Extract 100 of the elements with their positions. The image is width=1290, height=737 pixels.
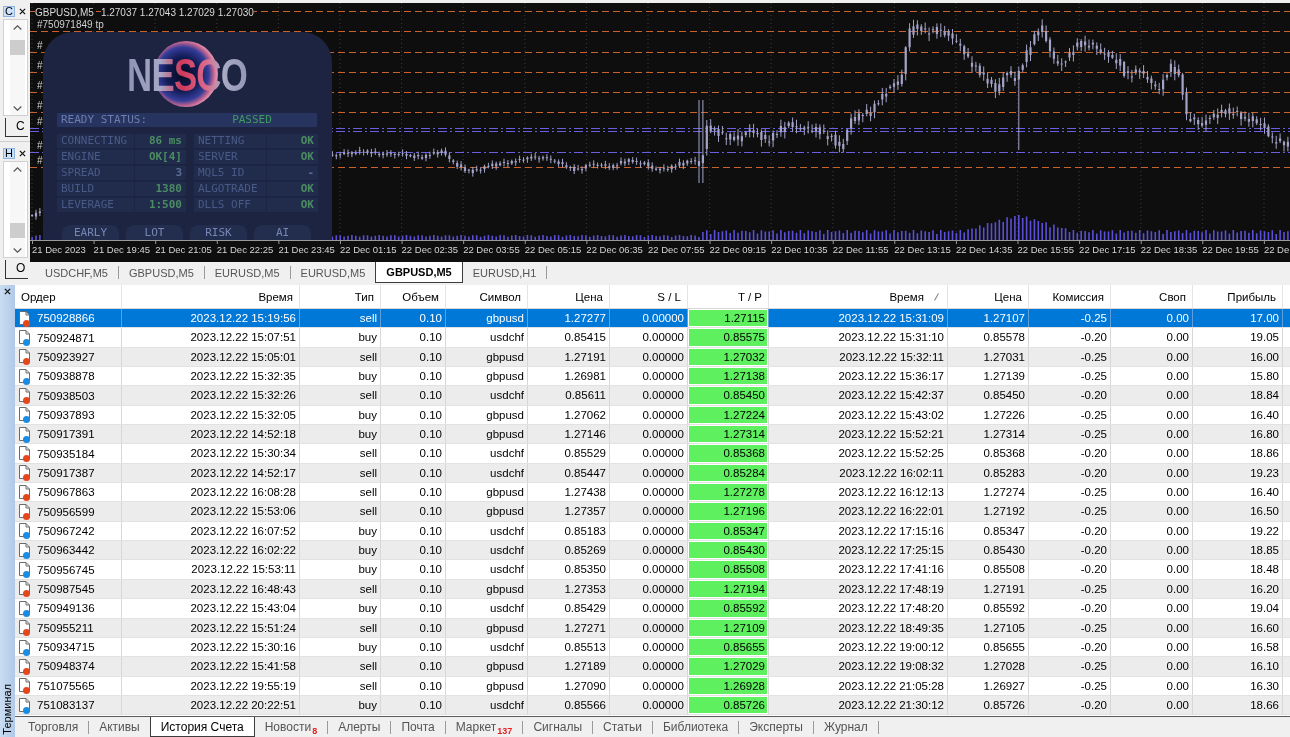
terminal-tab[interactable]: Торговля xyxy=(18,717,89,737)
scrollbar-thumb[interactable] xyxy=(10,223,25,238)
table-cell: 2023.12.22 15:19:56 xyxy=(122,309,300,328)
terminal-tab[interactable]: Почта xyxy=(391,717,445,737)
table-row[interactable]: 750955211 2023.12.22 15:51:24 sell 0.10 gbpusd 1.27271 0.00000 1.27109 2023.12.22 18:49:35 1.27105 -0.25 0.00 16.60 xyxy=(15,618,1290,638)
panel-tab[interactable]: C xyxy=(3,6,15,17)
table-cell: 0.10 xyxy=(381,599,446,618)
scrollbar[interactable] xyxy=(10,162,25,257)
chart-tab[interactable]: USDCHF,M5 xyxy=(35,262,118,283)
table-cell: 2023.12.22 17:41:16 xyxy=(769,560,948,579)
panel-button[interactable]: AI xyxy=(254,225,311,240)
table-cell: 19.23 xyxy=(1193,463,1283,483)
table-cell-text: 750967242 xyxy=(37,523,95,539)
table-cell: gbpusd xyxy=(446,502,528,521)
table-cell: 2023.12.22 19:00:12 xyxy=(769,637,948,657)
panel-label[interactable]: C xyxy=(16,119,25,133)
table-cell: 0.85368 xyxy=(948,444,1029,463)
table-cell: 1.27146 xyxy=(528,425,610,444)
table-row[interactable]: 750963442 2023.12.22 16:02:22 buy 0.10 usdchf 0.85269 0.00000 0.85430 2023.12.22 17:25:15 0.85430 -0.20 0.00 18.85 xyxy=(15,541,1290,561)
stat-value: OK xyxy=(267,182,318,196)
table-row[interactable]: 750987545 2023.12.22 16:48:43 sell 0.10 gbpusd 1.27353 0.00000 1.27194 2023.12.22 17:48:19 1.27191 -0.25 0.00 16.20 xyxy=(15,579,1290,600)
column-header[interactable]: Ордер xyxy=(15,285,122,308)
table-cell: -0.20 xyxy=(1029,463,1111,483)
table-cell: sell xyxy=(300,676,381,695)
chevron-down-icon[interactable] xyxy=(13,106,22,111)
table-row[interactable]: 750917387 2023.12.22 14:52:17 sell 0.10 usdchf 0.85447 0.00000 0.85284 2023.12.22 16:02:11 0.85283 -0.20 0.00 19.23 xyxy=(15,463,1290,484)
close-icon[interactable] xyxy=(18,150,26,157)
chart-tab[interactable]: GBPUSD,M5 xyxy=(375,262,463,283)
table-row[interactable]: 751083137 2023.12.22 20:22:51 buy 0.10 usdchf 0.85566 0.00000 0.85726 2023.12.22 21:30:12 0.85726 -0.20 0.00 18.66 xyxy=(15,695,1290,716)
terminal-tab[interactable]: Сигналы xyxy=(523,717,593,737)
table-cell: 1.27314 xyxy=(948,425,1029,444)
scrollbar-thumb[interactable] xyxy=(10,40,25,55)
table-row[interactable]: 750948374 2023.12.22 15:41:58 sell 0.10 gbpusd 1.27189 0.00000 1.27029 2023.12.22 19:08:32 1.27028 -0.25 0.00 16.10 xyxy=(15,657,1290,677)
column-header[interactable]: Цена xyxy=(528,285,610,308)
table-row[interactable]: 750938503 2023.12.22 15:32:26 sell 0.10 usdchf 0.85611 0.00000 0.85450 2023.12.22 15:42:37 0.85450 -0.20 0.00 18.84 xyxy=(15,386,1290,406)
table-cell: usdchf xyxy=(446,386,528,405)
table-cell: 0.10 xyxy=(381,560,446,579)
axis-label: 22 Dec 17:15 xyxy=(1079,243,1137,257)
terminal-tab[interactable]: Библиотека xyxy=(652,717,739,737)
terminal-tab[interactable]: Алерты xyxy=(328,717,391,737)
column-header[interactable]: Символ xyxy=(446,285,528,308)
column-header[interactable]: Цена xyxy=(948,285,1029,308)
chart-tab[interactable]: EURUSD,H1 xyxy=(462,262,547,283)
table-cell: usdchf xyxy=(446,444,528,463)
panel-button[interactable]: LOT xyxy=(126,225,183,240)
column-header[interactable]: Комиссия xyxy=(1029,285,1111,308)
table-cell: 1.27107 xyxy=(948,309,1029,328)
terminal-tab[interactable]: История Счета xyxy=(149,717,255,737)
close-icon[interactable] xyxy=(4,288,11,295)
table-cell: 18.85 xyxy=(1193,541,1283,560)
table-row[interactable]: 750928866 2023.12.22 15:19:56 sell 0.10 gbpusd 1.27277 0.00000 1.27115 2023.12.22 15:31:09 1.27107 -0.25 0.00 17.00 xyxy=(15,309,1290,329)
table-cell: 0.10 xyxy=(381,309,446,328)
chart-symbol: GBPUSD,M5 xyxy=(35,6,94,19)
table-cell: sell xyxy=(300,618,381,637)
column-header[interactable]: Прибыль xyxy=(1193,285,1283,308)
panel-tab[interactable]: H xyxy=(3,148,15,159)
panel-label[interactable]: O xyxy=(16,261,26,275)
column-header[interactable]: Время xyxy=(769,285,948,308)
chart-tab[interactable]: EURUSD,M5 xyxy=(290,262,376,283)
chevron-up-icon[interactable] xyxy=(13,167,22,172)
panel-button[interactable]: EARLY xyxy=(62,225,119,240)
column-header[interactable]: Своп xyxy=(1111,285,1193,308)
terminal-tab[interactable]: Статьи xyxy=(593,717,652,737)
table-cell: 1.27090 xyxy=(528,676,610,695)
terminal-tab[interactable]: Журнал xyxy=(813,717,878,737)
column-header[interactable]: Время xyxy=(122,285,300,308)
scrollbar[interactable] xyxy=(10,20,25,115)
table-cell-text: 750949136 xyxy=(37,601,95,617)
terminal-tab[interactable]: Активы xyxy=(89,717,150,737)
chart-tab[interactable]: GBPUSD,M5 xyxy=(118,262,204,283)
table-cell: 2023.12.22 16:12:13 xyxy=(769,483,948,502)
table-cell: sell xyxy=(300,347,381,367)
table-cell: 1.27138 xyxy=(688,367,769,386)
table-cell: 16.20 xyxy=(1193,579,1283,599)
table-cell: 0.10 xyxy=(381,618,446,637)
table-row[interactable]: 750956599 2023.12.22 15:53:06 sell 0.10 gbpusd 1.27357 0.00000 1.27196 2023.12.22 16:22:01 1.27192 -0.25 0.00 16.50 xyxy=(15,502,1290,522)
table-cell: 0.85415 xyxy=(528,328,610,347)
terminal-tab[interactable]: Эксперты xyxy=(739,717,813,737)
stat-label: BUILD xyxy=(57,182,134,196)
table-cell: 1.27353 xyxy=(528,579,610,599)
table-cell: gbpusd xyxy=(446,367,528,386)
panel-button[interactable]: RISK xyxy=(190,225,247,240)
table-cell: 2023.12.22 15:30:34 xyxy=(122,444,300,463)
column-header[interactable]: S / L xyxy=(610,285,688,308)
column-header[interactable]: T / P xyxy=(688,285,769,308)
table-cell: 0.10 xyxy=(381,347,446,367)
table-cell: usdchf xyxy=(446,328,528,347)
close-icon[interactable] xyxy=(18,8,26,15)
column-header[interactable]: Тип xyxy=(300,285,381,308)
column-header[interactable]: Объем xyxy=(381,285,446,308)
chevron-down-icon[interactable] xyxy=(13,248,22,253)
table-cell: -0.25 xyxy=(1029,309,1111,328)
table-cell: -0.25 xyxy=(1029,657,1111,676)
table-cell: 0.10 xyxy=(381,676,446,695)
table-row[interactable]: 750923927 2023.12.22 15:05:01 sell 0.10 gbpusd 1.27191 0.00000 1.27032 2023.12.22 15:32:11 1.27031 -0.25 0.00 16.00 xyxy=(15,347,1290,368)
table-row[interactable]: 750917391 2023.12.22 14:52:18 buy 0.10 gbpusd 1.27146 0.00000 1.27314 2023.12.22 15:52:21 1.27314 -0.25 0.00 16.80 xyxy=(15,425,1290,445)
chevron-up-icon[interactable] xyxy=(13,25,22,30)
order-line-label: # xyxy=(37,80,43,91)
table-cell: 1.27115 xyxy=(688,309,769,328)
chart-tab[interactable]: EURUSD,M5 xyxy=(204,262,290,283)
